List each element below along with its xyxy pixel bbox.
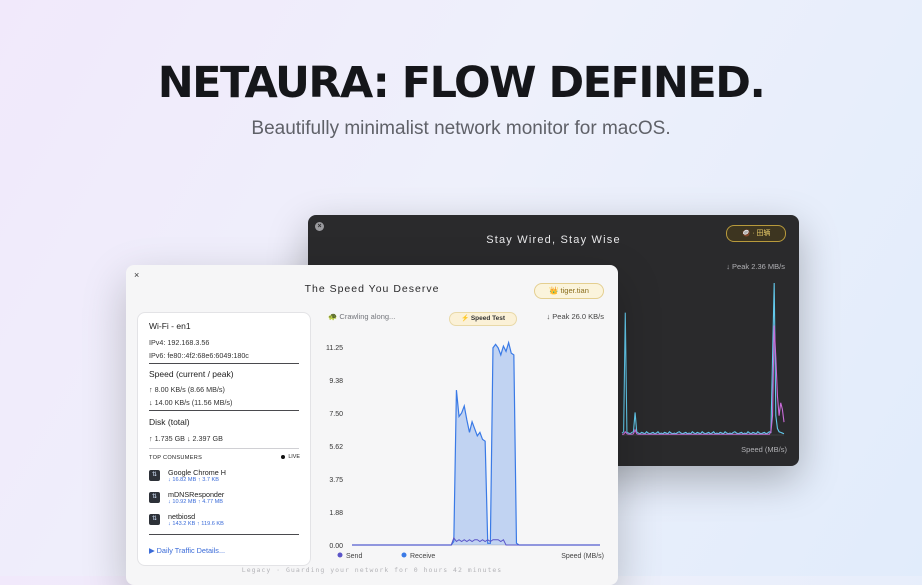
- dark-speed-chart: [621, 282, 785, 436]
- close-icon[interactable]: ×: [134, 270, 139, 280]
- app-icon: ⇅: [149, 492, 160, 503]
- download-speed: ↓ 14.00 KB/s (11.56 MB/s): [149, 398, 233, 407]
- y-tick-label: 0.00: [329, 543, 343, 550]
- user-badge[interactable]: 👑 tiger.tian: [534, 283, 604, 299]
- consumer-name: netbiosd: [168, 512, 196, 521]
- receive-legend-marker: [401, 552, 407, 558]
- speed-test-button[interactable]: ⚡ Speed Test: [449, 312, 517, 326]
- y-tick-label: 3.75: [329, 477, 343, 484]
- upload-speed: ↑ 8.00 KB/s (8.66 MB/s): [149, 385, 225, 394]
- divider: [149, 363, 299, 364]
- speed-heading: Speed (current / peak): [149, 369, 234, 379]
- disk-values: ↑ 1.735 GB ↓ 2.397 GB: [149, 434, 223, 443]
- consumer-stats: ↓ 143.2 KB ↑ 119.6 KB: [168, 521, 224, 527]
- ipv6-address: IPv6: fe80::4f2:68e6:6049:180c: [149, 351, 249, 360]
- ipv4-address: IPv4: 192.168.3.56: [149, 338, 210, 347]
- user-badge[interactable]: 🥥 · 田辆: [726, 225, 786, 242]
- y-tick-label: 5.62: [329, 444, 343, 451]
- peak-readout: ↓ Peak 2.36 MB/s: [726, 262, 785, 271]
- axis-label: Speed (MB/s): [741, 445, 787, 454]
- receive-area: [352, 342, 600, 545]
- hero-title: NETAURA: FLOW DEFINED.: [157, 58, 766, 108]
- network-interface: Wi-Fi - en1: [149, 321, 191, 331]
- status-text: 🐢 Crawling along...: [328, 312, 396, 321]
- y-tick-label: 9.38: [329, 378, 343, 385]
- live-indicator: LIVE: [281, 454, 300, 460]
- y-tick-label: 7.50: [329, 411, 343, 418]
- divider: [149, 448, 299, 449]
- consumer-name: Google Chrome H: [168, 468, 226, 477]
- peak-readout: ↓ Peak 26.0 KB/s: [546, 312, 604, 321]
- cyan-series-line: [621, 282, 785, 435]
- consumer-name: mDNSResponder: [168, 490, 225, 499]
- speed-chart: 11.25 9.38 7.50 5.62 3.75 1.88 0.00Send Receive…: [326, 340, 604, 560]
- app-icon: ⇅: [149, 514, 160, 525]
- top-consumers-label: TOP CONSUMERS: [149, 455, 203, 461]
- consumer-stats: ↓ 16.82 MB ↑ 3.7 KB: [168, 477, 219, 483]
- send-legend-label: Send: [346, 553, 362, 560]
- consumer-stats: ↓ 10.92 MB ↑ 4.77 MB: [168, 499, 224, 505]
- info-panel: Wi-Fi - en1 IPv4: 192.168.3.56 IPv6: fe8…: [137, 312, 311, 566]
- y-tick-label: 11.25: [326, 345, 343, 352]
- disk-heading: Disk (total): [149, 417, 190, 427]
- receive-legend-label: Receive: [410, 553, 435, 560]
- daily-traffic-details-link[interactable]: ▶ Daily Traffic Details...: [149, 546, 225, 555]
- close-icon[interactable]: ×: [315, 222, 324, 231]
- axis-label: Speed (MB/s): [561, 553, 604, 560]
- magenta-series-line: [622, 325, 785, 435]
- y-tick-label: 1.88: [329, 510, 343, 517]
- divider: [149, 410, 299, 411]
- send-legend-marker: [337, 552, 343, 558]
- app-icon: ⇅: [149, 470, 160, 481]
- light-monitor-window: × The Speed You Deserve 👑 tiger.tian Wi-…: [126, 265, 618, 585]
- hero-subtitle: Beautifully minimalist network monitor f…: [251, 118, 671, 139]
- divider: [149, 534, 299, 535]
- footer-uptime: Legacy · Guarding your network for 0 hou…: [241, 566, 503, 574]
